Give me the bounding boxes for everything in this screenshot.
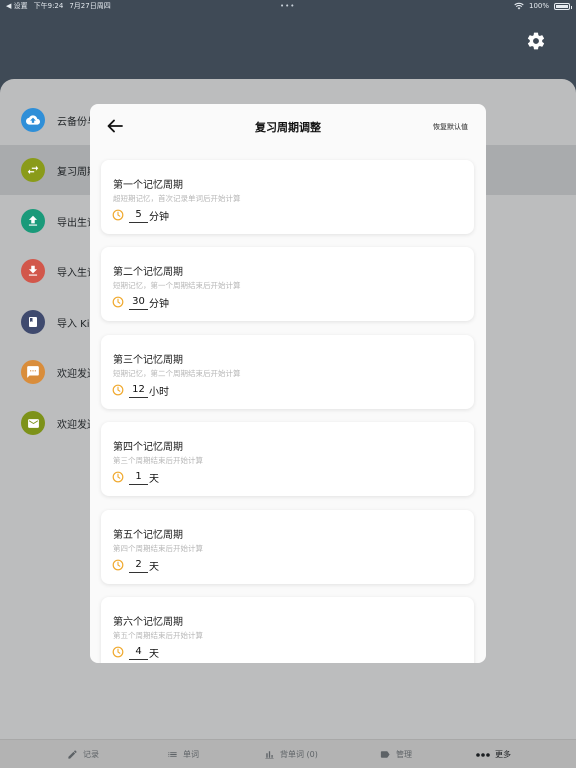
back-to-app-link[interactable]: ◀ 设置 [6,1,28,11]
cycle-description: 第五个周期结束后开始计算 [113,631,203,640]
pencil-icon [68,750,77,759]
bar-chart-icon [265,751,274,759]
reset-defaults-button[interactable]: 恢复默认值 [433,122,468,132]
status-bar: ◀ 设置 下午9:24 7月27日周四 ••• 100% [0,0,576,12]
tab-label: 单词 [183,750,199,759]
download-icon [21,259,45,283]
cycle-title: 第二个记忆周期 [113,267,183,278]
cycle-value-row: 2 天 [112,557,159,573]
cycle-value-input[interactable]: 30 [129,294,148,310]
cycle-card-5: 第五个记忆周期 第四个周期结束后开始计算 2 天 [101,510,474,584]
cycle-unit: 天 [149,561,159,573]
timer-icon [112,209,124,221]
timer-icon [112,384,124,396]
cycle-arrows-icon [21,158,45,182]
multitask-dots[interactable]: ••• [280,2,295,10]
cycle-value-row: 12 小时 [112,382,169,398]
cycle-value-input[interactable]: 12 [129,382,148,398]
tab-bar: 记录 单词 背单词 (0) 管理 更多 [0,739,576,768]
dialog-header: 复习周期调整 恢复默认值 [90,104,486,150]
cloud-upload-icon [21,108,45,132]
cycle-description: 短期记忆，第一个周期结束后开始计算 [113,281,241,290]
tab-words[interactable]: 单词 [167,740,199,768]
cycle-title: 第六个记忆周期 [113,617,183,628]
cycle-value-row: 5 分钟 [112,207,169,223]
cycle-title: 第五个记忆周期 [113,530,183,541]
mail-icon [21,411,45,435]
cycle-value-row: 30 分钟 [112,294,169,310]
status-time: 下午9:24 [33,2,64,10]
tab-record[interactable]: 记录 [67,740,99,768]
list-icon [168,752,177,757]
dialog-title: 复习周期调整 [255,121,321,134]
tab-label: 管理 [396,750,412,759]
cycle-title: 第三个记忆周期 [113,355,183,366]
review-cycle-dialog: 复习周期调整 恢复默认值 第一个记忆周期 超短期记忆，首次记录单词后开始计算 5… [90,104,486,663]
cycle-value-input[interactable]: 4 [129,644,148,660]
cycle-value-input[interactable]: 1 [129,469,148,485]
cycle-card-2: 第二个记忆周期 短期记忆，第一个周期结束后开始计算 30 分钟 [101,247,474,321]
cycle-card-6: 第六个记忆周期 第五个周期结束后开始计算 4 天 [101,597,474,663]
chat-icon [21,360,45,384]
cycle-unit: 天 [149,473,159,485]
battery-icon [554,2,572,10]
gear-icon[interactable] [526,31,546,51]
cycle-title: 第一个记忆周期 [113,180,183,191]
cycle-value-row: 1 天 [112,469,159,485]
status-date: 7月27日周四 [69,2,111,10]
cycle-card-1: 第一个记忆周期 超短期记忆，首次记录单词后开始计算 5 分钟 [101,160,474,234]
tab-study[interactable]: 背单词 (0) [264,740,318,768]
battery-percent: 100% [528,2,549,10]
cycle-unit: 分钟 [149,211,169,223]
cycle-unit: 小时 [149,386,169,398]
cycle-title: 第四个记忆周期 [113,442,183,453]
cycle-unit: 天 [149,648,159,660]
wifi-icon [514,2,524,10]
cycle-description: 第四个周期结束后开始计算 [113,544,203,553]
tab-more[interactable]: 更多 [476,740,511,768]
cycle-card-3: 第三个记忆周期 短期记忆，第二个周期结束后开始计算 12 小时 [101,335,474,409]
tab-label: 记录 [83,750,99,759]
cycle-description: 第三个周期结束后开始计算 [113,456,203,465]
tab-label: 更多 [495,750,511,759]
cycle-description: 短期记忆，第二个周期结束后开始计算 [113,369,241,378]
book-icon [21,310,45,334]
tab-label: 背单词 (0) [280,750,318,759]
timer-icon [112,646,124,658]
tag-icon [380,751,390,758]
cycle-value-input[interactable]: 5 [129,207,148,223]
cycle-value-input[interactable]: 2 [129,557,148,573]
timer-icon [112,559,124,571]
tab-manage[interactable]: 管理 [379,740,412,768]
cycle-unit: 分钟 [149,298,169,310]
upload-icon [21,209,45,233]
more-dots-icon [476,752,490,757]
cycle-description: 超短期记忆，首次记录单词后开始计算 [113,194,241,203]
cycle-value-row: 4 天 [112,644,159,660]
timer-icon [112,296,124,308]
cycle-card-4: 第四个记忆周期 第三个周期结束后开始计算 1 天 [101,422,474,496]
timer-icon [112,471,124,483]
